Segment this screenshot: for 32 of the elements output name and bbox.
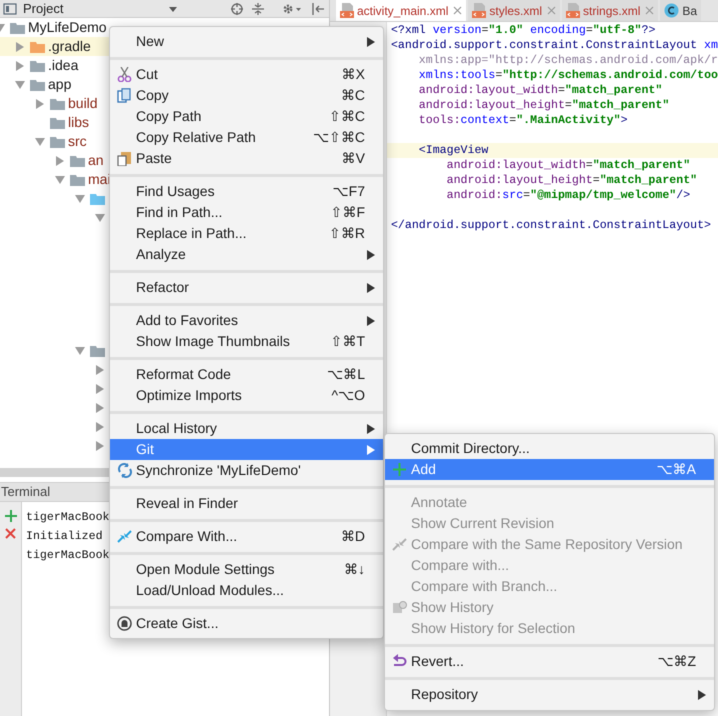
terminal-line: Initialized (26, 530, 103, 543)
shortcut-text: ⇧⌘F (330, 203, 366, 222)
shortcut-text: ⌥⌘L (327, 365, 366, 384)
shortcut-text: ⌥⌘Z (657, 652, 697, 671)
shortcut-text: ⌘C (340, 86, 366, 105)
shortcut-text: ⌘D (340, 527, 366, 546)
code-line: android:layout_width="match_parent" (418, 84, 662, 97)
panel-title: Project (23, 0, 64, 18)
code-line: xmlns:tools="http://schemas.android.com/too (418, 69, 718, 82)
terminal-line: tigerMacBook (26, 511, 110, 524)
code-line: android:layout_width="match_parent" (446, 159, 690, 172)
code-line: <ImageView (418, 144, 488, 157)
code-line: </android.support.constraint.ConstraintLayout> (390, 219, 712, 232)
shortcut-text: ⌥⇧⌘C (312, 128, 366, 147)
code-line: tools:context=".MainActivity"> (418, 114, 628, 127)
shortcut-text: ⇧⌘C (328, 107, 366, 126)
shortcut-text: ⌘V (342, 149, 366, 168)
code-line: xmlns:app="http://schemas.android.com/apk/r (418, 54, 718, 67)
panel-title: Terminal (1, 483, 50, 502)
code-line: <android.support.constraint.ConstraintLayout xm (390, 39, 718, 52)
terminal-line: tigerMacBook (26, 549, 110, 562)
shortcut-text: ⌥F7 (332, 182, 366, 201)
code-line: <?xml version="1.0" encoding="utf-8"?> (390, 24, 656, 37)
shortcut-text: ⇧⌘T (330, 332, 366, 351)
shortcut-text: ⌘↓ (344, 560, 366, 579)
shortcut-text: ^⌥O (332, 386, 366, 405)
code-line: android:layout_height="match_parent" (418, 99, 670, 112)
code-line: android:src="@mipmap/tmp_welcome"/> (446, 189, 690, 202)
shortcut-text: ⇧⌘R (328, 224, 366, 243)
shortcut-text: ⌘X (342, 65, 366, 84)
shortcut-text: ⌥⌘A (656, 460, 697, 479)
code-line: android:layout_height="match_parent" (446, 174, 698, 187)
